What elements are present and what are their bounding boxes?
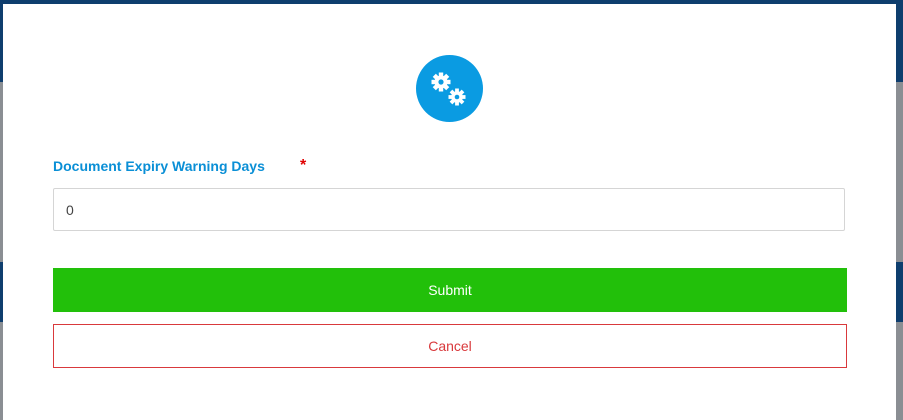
- cancel-button[interactable]: Cancel: [53, 324, 847, 368]
- required-indicator: *: [300, 157, 307, 174]
- expiry-days-label: Document Expiry Warning Days: [53, 158, 265, 174]
- gears-icon: [416, 55, 483, 122]
- expiry-days-input[interactable]: [53, 188, 845, 231]
- settings-modal: Document Expiry Warning Days * Submit Ca…: [3, 4, 896, 420]
- submit-button[interactable]: Submit: [53, 268, 847, 312]
